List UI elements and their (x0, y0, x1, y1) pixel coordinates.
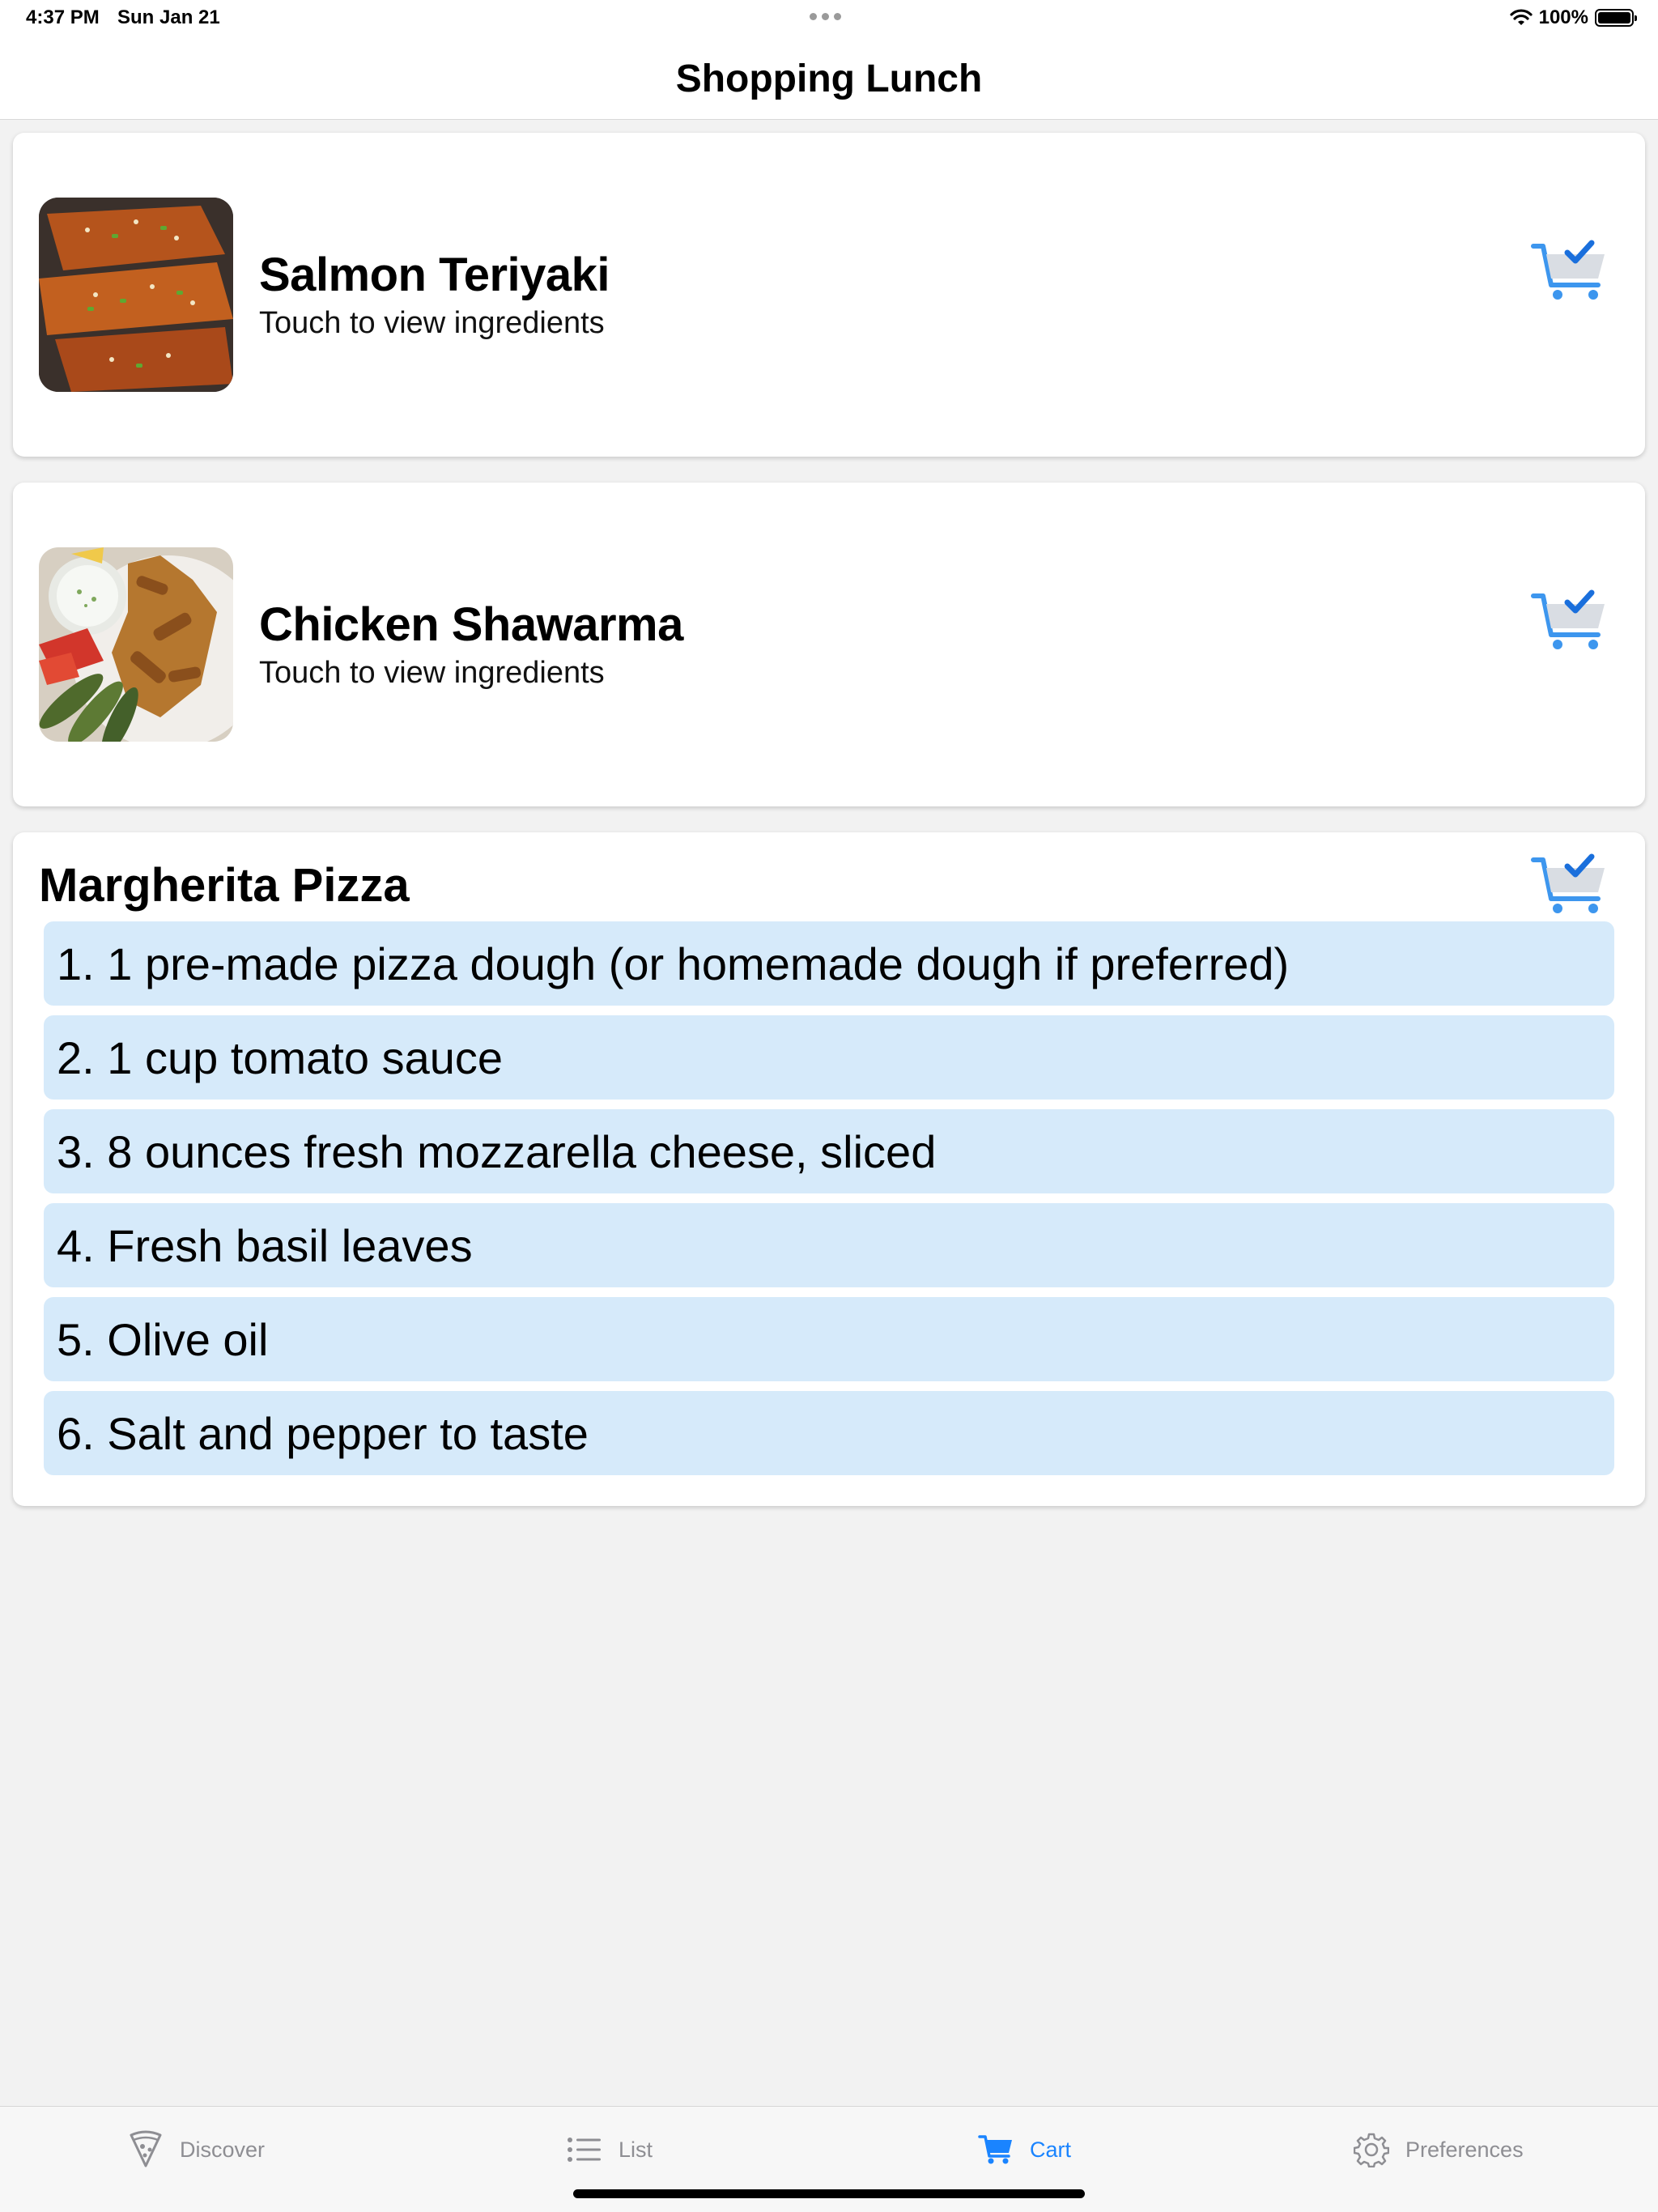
cart-check-button[interactable] (1530, 849, 1611, 921)
ingredient-item[interactable]: 4. Fresh basil leaves (44, 1203, 1614, 1287)
status-indicators: 100% (1510, 6, 1637, 29)
recipe-name: Salmon Teriyaki (259, 249, 610, 301)
recipe-card-salmon-teriyaki[interactable]: Salmon Teriyaki Touch to view ingredient… (13, 133, 1645, 457)
cart-icon (978, 2135, 1012, 2164)
ingredient-item[interactable]: 5. Olive oil (44, 1297, 1614, 1381)
tab-label: List (619, 2137, 653, 2162)
wifi-icon (1510, 9, 1533, 25)
tab-label: Discover (180, 2137, 266, 2162)
salmon-photo (39, 198, 233, 392)
recipe-name: Chicken Shawarma (259, 598, 683, 651)
tab-label: Preferences (1405, 2137, 1524, 2162)
tab-preferences[interactable]: Preferences (1354, 2129, 1524, 2170)
tab-cart[interactable]: Cart (978, 2129, 1071, 2170)
battery-percent: 100% (1538, 6, 1588, 28)
ingredient-item[interactable]: 1. 1 pre-made pizza dough (or homemade d… (44, 921, 1614, 1006)
cart-check-icon (1531, 589, 1605, 649)
cart-check-icon (1531, 853, 1605, 913)
recipe-name: Margherita Pizza (39, 859, 410, 912)
recipe-card-chicken-shawarma[interactable]: Chicken Shawarma Touch to view ingredien… (13, 483, 1645, 806)
gear-icon (1354, 2133, 1389, 2167)
cart-check-button[interactable] (1530, 585, 1611, 657)
cart-check-button[interactable] (1530, 235, 1611, 308)
status-bar: 4:37 PM Sun Jan 21 100% (0, 0, 1658, 39)
list-icon (568, 2138, 601, 2162)
ingredient-list: 1. 1 pre-made pizza dough (or homemade d… (44, 921, 1614, 1485)
ingredient-item[interactable]: 6. Salt and pepper to taste (44, 1391, 1614, 1475)
shawarma-photo (39, 547, 233, 742)
navigation-bar: Shopping Lunch (0, 39, 1658, 120)
recipe-card-margherita-pizza[interactable]: Margherita Pizza 1. 1 pre-made pizza dou… (13, 832, 1645, 1506)
tab-label: Cart (1030, 2137, 1072, 2162)
recipe-subtitle: Touch to view ingredients (259, 656, 605, 690)
pizza-slice-icon (130, 2130, 162, 2167)
battery-icon (1595, 9, 1637, 27)
home-indicator[interactable] (573, 2189, 1085, 2198)
cart-check-icon (1531, 240, 1605, 300)
multitasking-dots-icon[interactable] (810, 13, 841, 20)
tab-list[interactable]: List (567, 2129, 653, 2170)
ingredient-item[interactable]: 3. 8 ounces fresh mozzarella cheese, sli… (44, 1109, 1614, 1193)
status-date: Sun Jan 21 (117, 6, 220, 28)
status-time: 4:37 PM (26, 6, 100, 28)
tab-discover[interactable]: Discover (128, 2129, 265, 2170)
ingredient-item[interactable]: 2. 1 cup tomato sauce (44, 1015, 1614, 1100)
page-title: Shopping Lunch (675, 57, 983, 100)
recipe-subtitle: Touch to view ingredients (259, 306, 605, 340)
